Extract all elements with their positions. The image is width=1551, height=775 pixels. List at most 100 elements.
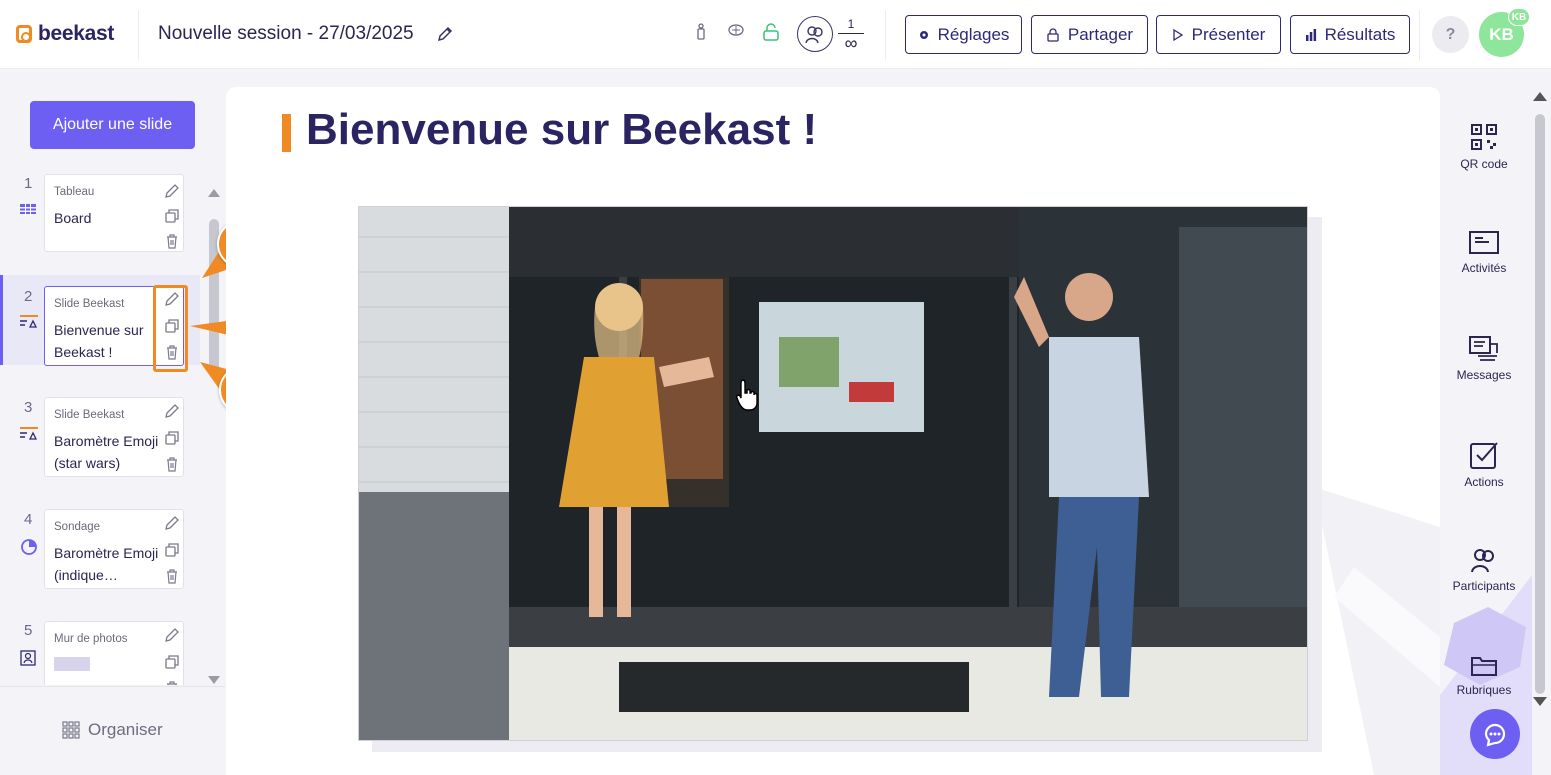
session-title: Nouvelle session - 27/03/2025	[158, 23, 414, 44]
edit-title-icon[interactable]	[436, 25, 454, 48]
actions-icon	[1470, 442, 1498, 469]
organise-area: Organiser	[0, 686, 225, 775]
results-label: Résultats	[1324, 24, 1396, 44]
slide-photo[interactable]	[358, 206, 1308, 741]
slide-card[interactable]: Mur de photos	[44, 621, 184, 685]
activities-label: Activités	[1461, 261, 1507, 275]
rubriques-button[interactable]: Rubriques	[1440, 655, 1528, 697]
slide-type: Slide Beekast	[54, 409, 125, 421]
participants-limit: ∞	[844, 33, 858, 53]
settings-label: Réglages	[937, 24, 1010, 44]
qr-code-button[interactable]: QR code	[1440, 123, 1528, 171]
hand-raise-icon[interactable]	[694, 23, 708, 46]
slide-card[interactable]: Sondage Baromètre Emoji (indique…	[44, 509, 184, 589]
duplicate-icon[interactable]	[164, 654, 180, 675]
organise-label: Organiser	[88, 720, 163, 739]
slide-type: Slide Beekast	[54, 298, 125, 310]
slide-number: 4	[24, 511, 33, 528]
help-button[interactable]: ?	[1432, 16, 1469, 53]
slide-card[interactable]: Slide Beekast Baromètre Emoji (star wars…	[44, 397, 184, 477]
slides-panel: Ajouter une slide 1 Tableau Board 2 Slid…	[0, 69, 225, 775]
participants-icon	[1471, 549, 1494, 573]
slide-placeholder	[54, 657, 90, 671]
share-button[interactable]: Partager	[1031, 15, 1148, 54]
decorative-shape	[1314, 487, 1440, 775]
participants-fraction: 1 ∞	[838, 17, 864, 53]
rubriques-label: Rubriques	[1456, 683, 1512, 697]
folder-icon	[1471, 657, 1497, 676]
messages-icon	[1469, 336, 1498, 361]
duplicate-icon[interactable]	[164, 542, 180, 563]
scroll-down-icon[interactable]	[1533, 697, 1547, 706]
beekast-logo-icon	[16, 25, 32, 43]
play-icon	[1172, 28, 1183, 41]
slide-title: Board	[54, 210, 92, 226]
add-slide-button[interactable]: Ajouter une slide	[30, 101, 195, 149]
duplicate-icon[interactable]	[164, 430, 180, 451]
edit-icon[interactable]	[164, 183, 180, 204]
slide-heading[interactable]: Bienvenue sur Beekast !	[306, 105, 817, 155]
lock-icon	[1047, 27, 1059, 42]
divider	[885, 10, 886, 60]
scroll-thumb[interactable]	[1535, 114, 1545, 694]
organise-button[interactable]: Organiser	[62, 720, 163, 740]
edit-icon[interactable]	[164, 403, 180, 424]
delete-icon[interactable]	[164, 568, 180, 589]
slide-icon	[20, 427, 40, 446]
activities-button[interactable]: Activités	[1440, 231, 1528, 275]
beekast-logo[interactable]: beekast	[16, 22, 114, 46]
participants-counter-icon[interactable]	[797, 16, 833, 52]
slide-number: 5	[24, 622, 33, 639]
unlock-icon[interactable]	[762, 23, 780, 46]
scroll-up-icon[interactable]	[208, 189, 220, 197]
chat-support-button[interactable]	[1470, 709, 1520, 759]
chat-icon	[1484, 723, 1506, 747]
brain-icon[interactable]	[727, 23, 745, 44]
slide-icon	[20, 315, 40, 334]
bar-chart-icon	[1305, 28, 1316, 41]
delete-icon[interactable]	[164, 233, 180, 254]
slide-number: 1	[24, 175, 33, 192]
slide-item[interactable]: 1 Tableau Board	[0, 166, 200, 266]
actions-label: Actions	[1464, 475, 1504, 489]
duplicate-icon[interactable]	[164, 208, 180, 229]
grid-icon	[62, 721, 80, 739]
qr-code-label: QR code	[1460, 157, 1508, 171]
settings-button[interactable]: Réglages	[905, 15, 1022, 54]
poll-icon	[20, 538, 38, 561]
messages-label: Messages	[1456, 368, 1512, 382]
messages-button[interactable]: Messages	[1440, 336, 1528, 382]
activities-icon	[1469, 231, 1499, 254]
right-scrollbar[interactable]	[1533, 92, 1547, 706]
slide-item[interactable]: 3 Slide Beekast Baromètre Emoji (star wa…	[0, 389, 200, 489]
gear-icon	[919, 30, 928, 39]
delete-icon[interactable]	[164, 680, 180, 685]
scroll-down-icon[interactable]	[208, 676, 220, 684]
slide-number: 3	[24, 399, 33, 416]
slide-type: Sondage	[54, 521, 101, 533]
actions-button[interactable]: Actions	[1440, 441, 1528, 489]
results-button[interactable]: Résultats	[1290, 15, 1410, 54]
title-accent	[282, 114, 291, 152]
slide-card[interactable]: Tableau Board	[44, 174, 184, 252]
divider	[1419, 10, 1420, 60]
slide-canvas[interactable]: Bienvenue sur Beekast !	[226, 87, 1440, 775]
present-button[interactable]: Présenter	[1156, 15, 1281, 54]
share-label: Partager	[1067, 24, 1134, 44]
edit-icon[interactable]	[164, 627, 180, 648]
avatar-badge: KB	[1508, 8, 1530, 26]
hand-cursor-icon	[736, 379, 758, 411]
scroll-up-icon[interactable]	[1533, 92, 1547, 101]
photo-wall-icon	[20, 650, 36, 673]
qr-code-icon	[1471, 124, 1497, 150]
slide-type: Mur de photos	[54, 633, 128, 645]
top-bar: beekast Nouvelle session - 27/03/2025 1 …	[0, 0, 1551, 69]
slide-item[interactable]: 5 Mur de photos	[0, 613, 200, 685]
edit-icon[interactable]	[164, 515, 180, 536]
participants-count: 1	[847, 17, 855, 31]
slide-title: Baromètre Emoji (indique…	[54, 545, 159, 583]
slide-item[interactable]: 4 Sondage Baromètre Emoji (indique…	[0, 501, 200, 601]
table-icon	[20, 203, 36, 221]
delete-icon[interactable]	[164, 456, 180, 477]
slide-title: Bienvenue sur Beekast !	[54, 322, 144, 360]
